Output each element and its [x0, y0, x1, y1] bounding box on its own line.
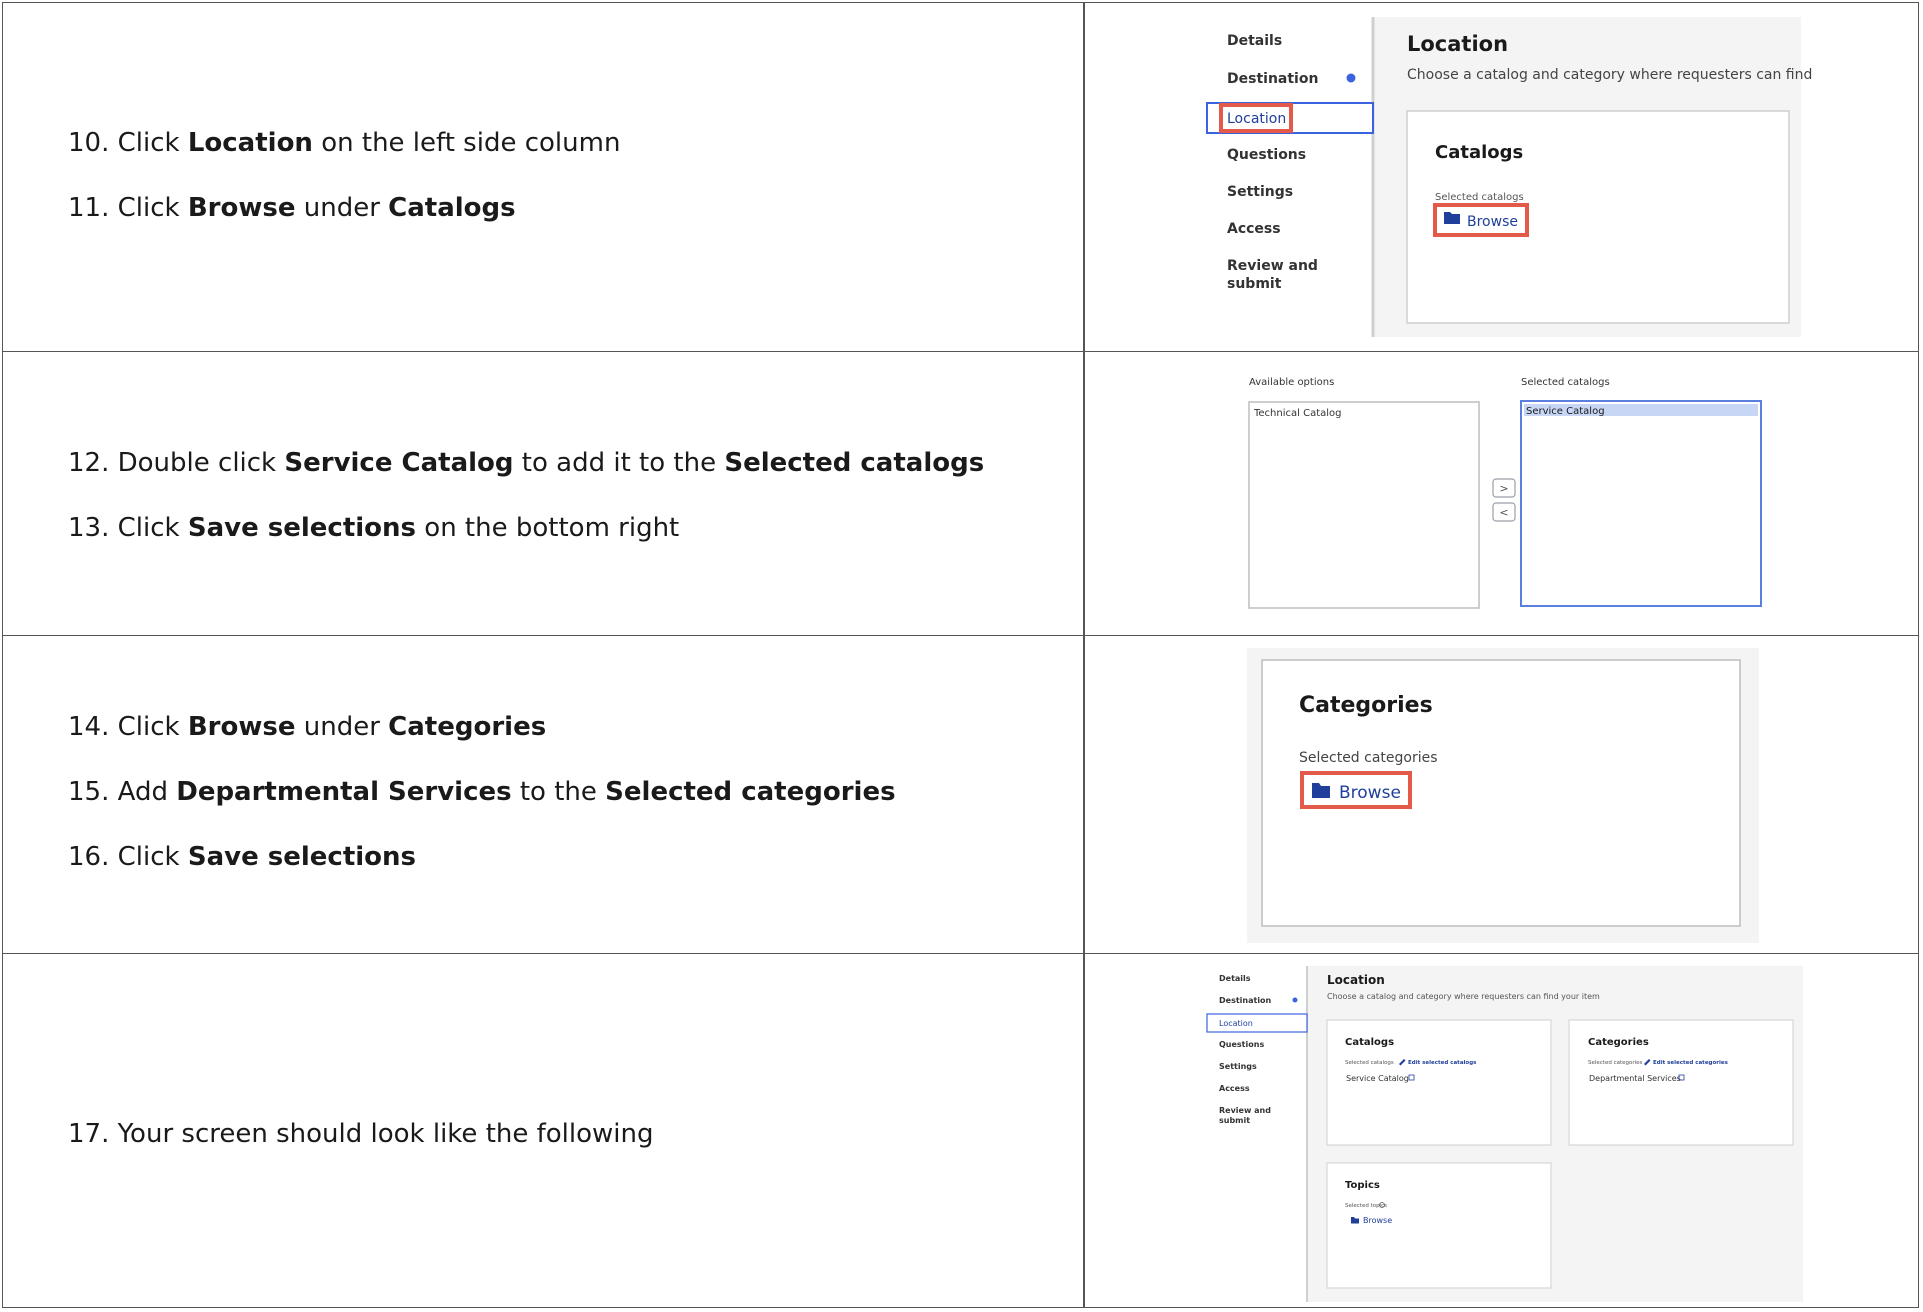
selected-catalog-item[interactable]: Service Catalog [1526, 406, 1605, 417]
nav-item-review-and-submit[interactable]: Review and submit [1227, 258, 1318, 292]
nav-item-location[interactable]: Location [1227, 111, 1286, 127]
nav-item-access[interactable]: Access [1227, 221, 1281, 237]
selected-catalogs-label: Selected catalogs [1521, 377, 1610, 388]
step-list: 10. Click Location on the left side colu… [68, 128, 620, 258]
final-location-screenshot: Details Destination Location Questions S… [1206, 966, 1803, 1302]
step-list: 17. Your screen should look like the fol… [68, 1119, 654, 1184]
step-17: 17. Your screen should look like the fol… [68, 1119, 654, 1149]
status-dot [1346, 73, 1356, 83]
table-row: 17. Your screen should look like the fol… [3, 954, 1918, 1309]
categories-card-title: Categories [1299, 693, 1433, 718]
nav-item-destination[interactable]: Destination [1219, 996, 1272, 1005]
selected-category-value[interactable]: Departmental Services [1589, 1074, 1681, 1083]
catalogs-card-title: Catalogs [1345, 1037, 1394, 1048]
selected-catalogs-label: Selected catalogs [1345, 1060, 1394, 1066]
categories-card-title: Categories [1588, 1037, 1649, 1048]
table-row: 12. Double click Service Catalog to add … [3, 352, 1918, 636]
nav-item-destination[interactable]: Destination [1227, 71, 1318, 87]
chevron-left-icon: < [1499, 506, 1508, 519]
selected-catalog-value[interactable]: Service Catalog [1346, 1074, 1409, 1083]
nav-item-location[interactable]: Location [1219, 1019, 1253, 1028]
step-16: 16. Click Save selections [68, 842, 417, 872]
page-subtitle: Choose a catalog and category where requ… [1407, 67, 1813, 83]
table-row: 14. Click Browse under Categories 15. Ad… [3, 636, 1918, 954]
available-options-label: Available options [1249, 377, 1334, 388]
step-list: 12. Double click Service Catalog to add … [68, 448, 984, 578]
nav-item-review-and-submit[interactable]: Review and submit [1219, 1106, 1271, 1125]
nav-item-details[interactable]: Details [1227, 33, 1282, 49]
categories-screenshot: Categories Selected categories Browse [1247, 648, 1759, 943]
step-10: 10. Click Location on the left side colu… [68, 128, 621, 158]
page-subtitle: Choose a catalog and category where requ… [1327, 992, 1600, 1001]
available-option-item[interactable]: Technical Catalog [1253, 408, 1342, 419]
step-14: 14. Click Browse under Categories [68, 712, 547, 742]
step-list: 14. Click Browse under Categories 15. Ad… [68, 712, 896, 907]
topics-card-title: Topics [1345, 1180, 1380, 1191]
available-options-list[interactable] [1248, 401, 1480, 609]
nav-item-details[interactable]: Details [1219, 974, 1251, 983]
selected-topics-label: Selected topics [1345, 1203, 1387, 1209]
status-dot [1292, 997, 1298, 1003]
step-13: 13. Click Save selections on the bottom … [68, 513, 680, 543]
edit-selected-categories-link[interactable]: Edit selected categories [1653, 1060, 1729, 1066]
step-15: 15. Add Departmental Services to the Sel… [68, 777, 896, 807]
table-row: 10. Click Location on the left side colu… [3, 3, 1918, 352]
nav-item-questions[interactable]: Questions [1219, 1040, 1264, 1049]
instruction-table: 10. Click Location on the left side colu… [2, 2, 1919, 1308]
selected-catalogs-list[interactable] [1520, 400, 1762, 607]
page-title: Location [1327, 973, 1385, 987]
edit-selected-catalogs-link[interactable]: Edit selected catalogs [1408, 1060, 1477, 1066]
selected-categories-label: Selected categories [1588, 1060, 1643, 1066]
nav-item-settings[interactable]: Settings [1227, 184, 1293, 200]
chevron-right-icon: > [1499, 482, 1508, 495]
page-title: Location [1407, 32, 1508, 56]
selected-catalogs-label: Selected catalogs [1435, 192, 1524, 203]
browse-button[interactable]: Browse [1339, 783, 1401, 803]
catalogs-card-title: Catalogs [1435, 142, 1523, 163]
location-screenshot: Details Destination Location Questions S… [1206, 17, 1813, 337]
step-12: 12. Double click Service Catalog to add … [68, 448, 985, 478]
nav-item-settings[interactable]: Settings [1219, 1062, 1257, 1071]
nav-item-access[interactable]: Access [1219, 1084, 1250, 1093]
nav-item-questions[interactable]: Questions [1227, 147, 1306, 163]
selected-categories-label: Selected categories [1299, 750, 1438, 766]
browse-button[interactable]: Browse [1467, 214, 1518, 230]
step-11: 11. Click Browse under Catalogs [68, 193, 516, 223]
topics-browse-button[interactable]: Browse [1363, 1216, 1392, 1225]
slushbucket-screenshot: Available options Technical Catalog > < … [1248, 377, 1762, 609]
